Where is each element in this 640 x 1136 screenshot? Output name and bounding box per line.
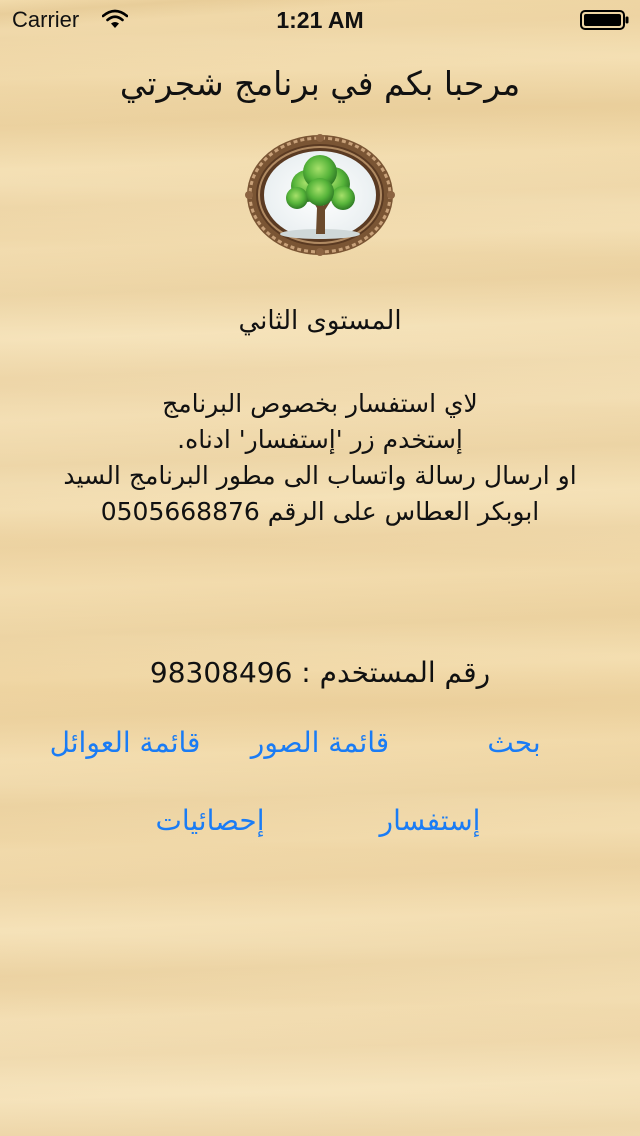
families-list-button[interactable]: قائمة العوائل bbox=[40, 726, 210, 759]
battery-icon bbox=[580, 10, 629, 30]
page-title: مرحبا بكم في برنامج شجرتي bbox=[119, 64, 521, 103]
status-bar: Carrier 1:21 AM bbox=[0, 0, 640, 40]
status-time: 1:21 AM bbox=[276, 7, 364, 33]
level-label: المستوى الثاني bbox=[238, 306, 402, 336]
search-button[interactable]: بحث bbox=[464, 726, 564, 759]
info-text: لاي استفسار بخصوص البرنامج إستخدم زر 'إس… bbox=[20, 386, 620, 530]
info-line: ابوبكر العطاس على الرقم 0505668876 bbox=[100, 497, 540, 526]
inquiry-button[interactable]: إستفسار bbox=[370, 804, 490, 837]
tree-logo bbox=[245, 134, 395, 256]
info-line: لاي استفسار بخصوص البرنامج bbox=[162, 389, 478, 418]
info-line: او ارسال رسالة واتساب الى مطور البرنامج … bbox=[63, 461, 577, 490]
photos-list-button[interactable]: قائمة الصور bbox=[240, 726, 400, 759]
info-line: إستخدم زر 'إستفسار' ادناه. bbox=[177, 425, 463, 454]
statistics-button[interactable]: إحصائيات bbox=[140, 804, 280, 837]
user-number: رقم المستخدم : 98308496 bbox=[149, 656, 491, 689]
